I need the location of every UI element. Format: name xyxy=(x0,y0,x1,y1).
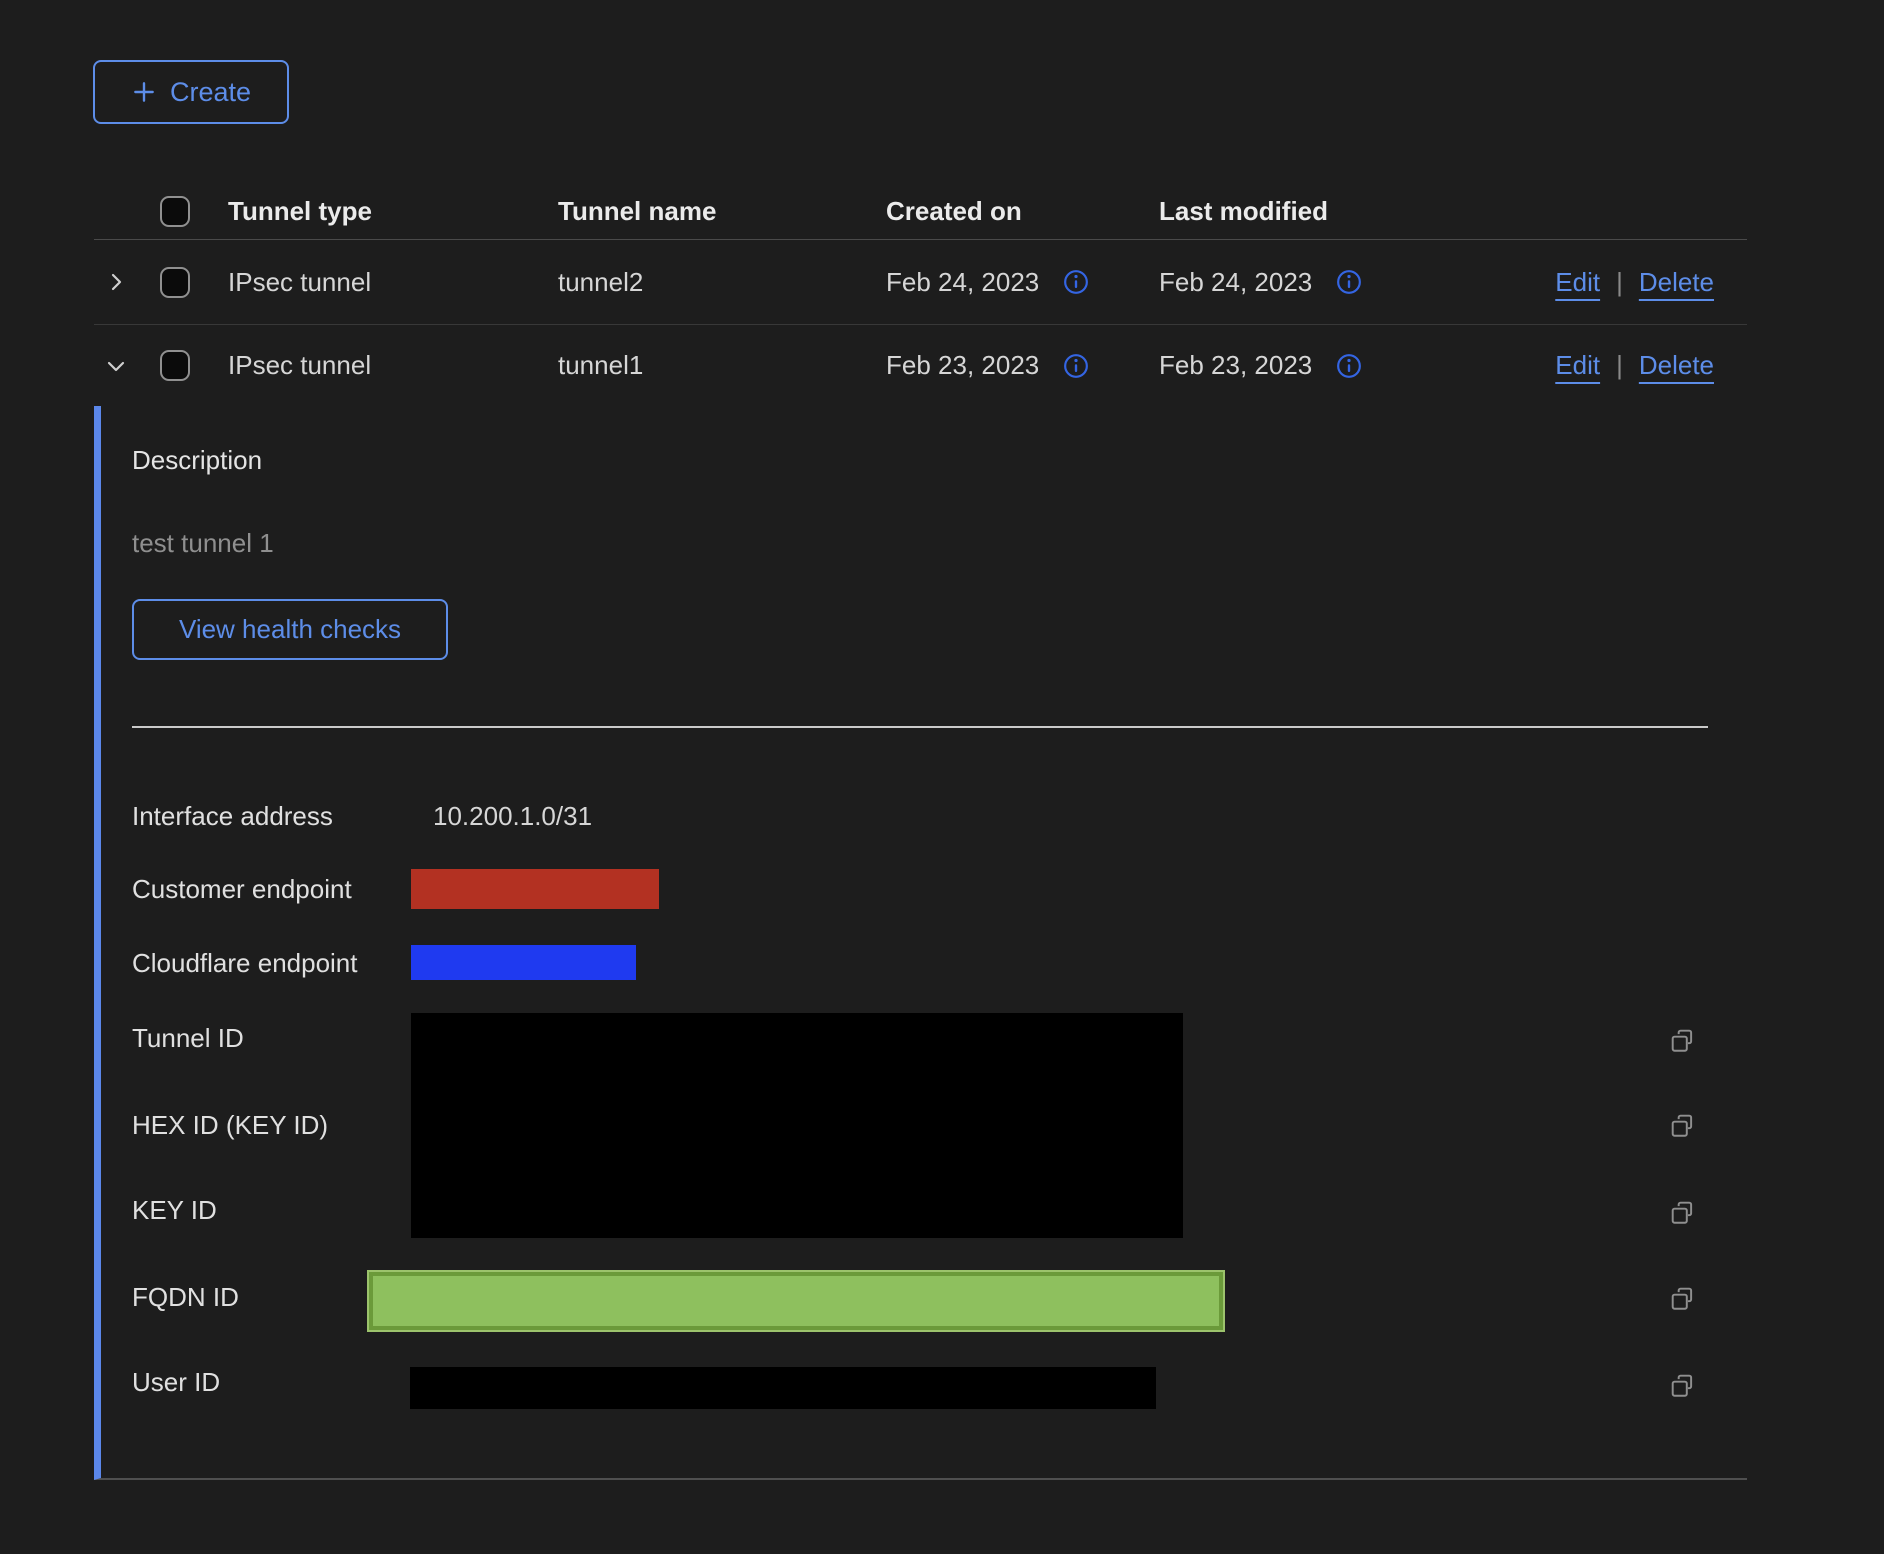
tunnel-detail-panel: Description test tunnel 1 View health ch… xyxy=(94,406,1747,1480)
copy-icon xyxy=(1670,1113,1696,1139)
copy-tunnel-id-button[interactable] xyxy=(1670,1028,1696,1054)
last-modified-cell: Feb 23, 2023 xyxy=(1159,350,1540,381)
delete-link[interactable]: Delete xyxy=(1639,350,1714,381)
select-all-checkbox[interactable] xyxy=(160,196,190,227)
copy-hex-id-button[interactable] xyxy=(1670,1113,1696,1139)
table-row: IPsec tunnel tunnel1 Feb 23, 2023 Feb 23… xyxy=(94,325,1747,406)
header-tunnel-name: Tunnel name xyxy=(558,196,886,227)
copy-icon xyxy=(1670,1286,1696,1312)
create-button[interactable]: Create xyxy=(93,60,289,124)
description-value: test tunnel 1 xyxy=(132,528,274,559)
copy-fqdn-id-button[interactable] xyxy=(1670,1286,1696,1312)
tunnel-type-cell: IPsec tunnel xyxy=(228,350,558,381)
tunnel-id-label: Tunnel ID xyxy=(132,1021,244,1055)
row-checkbox[interactable] xyxy=(160,267,190,298)
plus-icon xyxy=(131,79,157,105)
created-on-value: Feb 23, 2023 xyxy=(886,350,1039,381)
row-checkbox[interactable] xyxy=(160,350,190,381)
hex-id-label: HEX ID (KEY ID) xyxy=(132,1108,328,1142)
interface-address-label: Interface address xyxy=(132,799,333,833)
copy-icon xyxy=(1670,1028,1696,1054)
user-id-redacted-value xyxy=(410,1367,1156,1409)
view-health-checks-button[interactable]: View health checks xyxy=(132,599,448,660)
created-on-cell: Feb 24, 2023 xyxy=(886,267,1159,298)
info-icon[interactable] xyxy=(1336,353,1362,379)
copy-user-id-button[interactable] xyxy=(1670,1373,1696,1399)
cloudflare-endpoint-redacted-value xyxy=(411,945,636,980)
delete-link[interactable]: Delete xyxy=(1639,267,1714,298)
detail-divider xyxy=(132,726,1708,728)
view-health-checks-label: View health checks xyxy=(179,614,401,645)
description-label: Description xyxy=(132,445,262,476)
last-modified-value: Feb 23, 2023 xyxy=(1159,350,1312,381)
interface-address-value: 10.200.1.0/31 xyxy=(433,799,592,833)
actions-separator: | xyxy=(1616,350,1623,381)
customer-endpoint-label: Customer endpoint xyxy=(132,872,352,906)
tunnel-name-cell: tunnel2 xyxy=(558,267,886,298)
fqdn-id-redacted-value xyxy=(369,1272,1223,1330)
copy-icon xyxy=(1670,1200,1696,1226)
created-on-cell: Feb 23, 2023 xyxy=(886,350,1159,381)
created-on-value: Feb 24, 2023 xyxy=(886,267,1039,298)
chevron-down-icon xyxy=(104,354,128,378)
create-button-label: Create xyxy=(170,77,251,108)
copy-key-id-button[interactable] xyxy=(1670,1200,1696,1226)
tunnel-type-cell: IPsec tunnel xyxy=(228,267,558,298)
last-modified-cell: Feb 24, 2023 xyxy=(1159,267,1540,298)
customer-endpoint-redacted-value xyxy=(411,869,659,909)
header-tunnel-type: Tunnel type xyxy=(228,196,558,227)
collapse-row-button[interactable] xyxy=(94,354,160,378)
cloudflare-endpoint-label: Cloudflare endpoint xyxy=(132,946,358,980)
chevron-right-icon xyxy=(104,270,128,294)
tunnels-table: Tunnel type Tunnel name Created on Last … xyxy=(94,184,1747,406)
last-modified-value: Feb 24, 2023 xyxy=(1159,267,1312,298)
fqdn-id-label: FQDN ID xyxy=(132,1280,239,1314)
tunnels-page: Create Tunnel type Tunnel name Created o… xyxy=(0,0,1884,1554)
info-icon[interactable] xyxy=(1063,353,1089,379)
table-row: IPsec tunnel tunnel2 Feb 24, 2023 Feb 24… xyxy=(94,240,1747,325)
ids-redacted-values xyxy=(411,1013,1183,1238)
user-id-label: User ID xyxy=(132,1365,220,1399)
header-created-on: Created on xyxy=(886,196,1159,227)
header-last-modified: Last modified xyxy=(1159,196,1540,227)
actions-separator: | xyxy=(1616,267,1623,298)
table-header-row: Tunnel type Tunnel name Created on Last … xyxy=(94,184,1747,240)
info-icon[interactable] xyxy=(1336,269,1362,295)
info-icon[interactable] xyxy=(1063,269,1089,295)
edit-link[interactable]: Edit xyxy=(1555,267,1600,298)
tunnel-name-cell: tunnel1 xyxy=(558,350,886,381)
row-actions: Edit | Delete xyxy=(1555,350,1747,381)
key-id-label: KEY ID xyxy=(132,1193,217,1227)
expand-row-button[interactable] xyxy=(94,270,160,294)
copy-icon xyxy=(1670,1373,1696,1399)
row-actions: Edit | Delete xyxy=(1555,267,1747,298)
edit-link[interactable]: Edit xyxy=(1555,350,1600,381)
